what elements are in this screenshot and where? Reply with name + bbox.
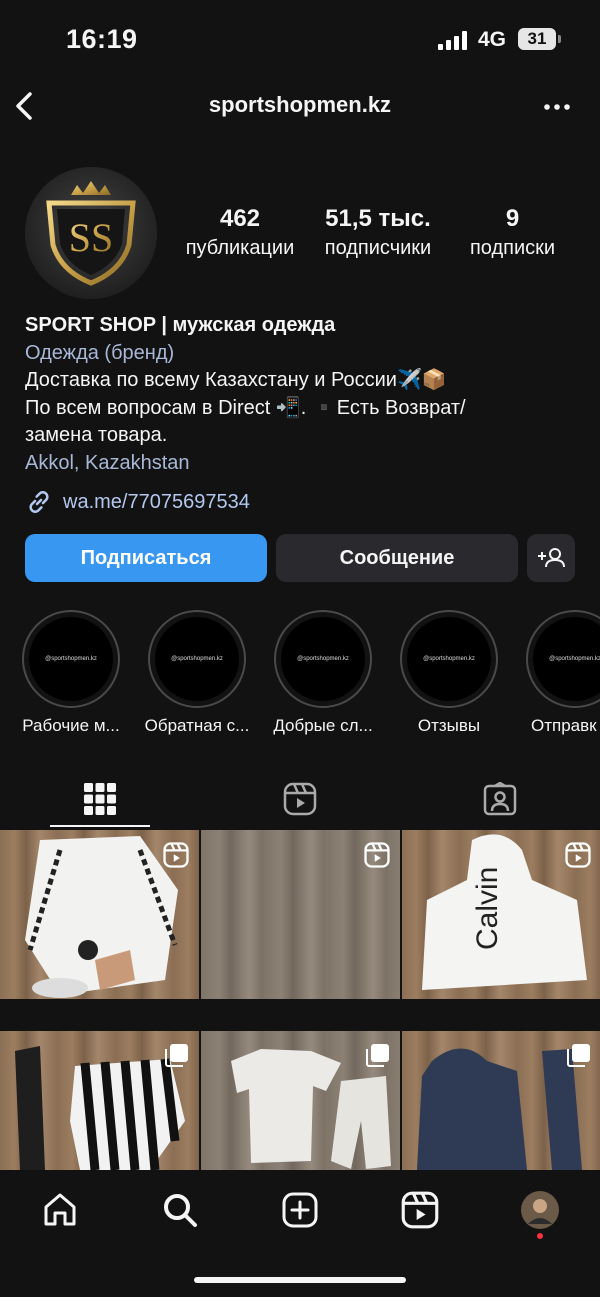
tab-tagged[interactable] bbox=[400, 770, 600, 828]
followers-label: подписчики bbox=[324, 237, 432, 259]
posts-grid: Calvin bbox=[0, 830, 600, 1170]
highlight-label: Отправк bbox=[531, 716, 597, 735]
stat-followers[interactable]: 51,5 тыс. подписчики bbox=[308, 205, 448, 260]
home-icon bbox=[44, 1193, 76, 1226]
grid-post[interactable] bbox=[402, 1031, 600, 1170]
status-bar: 16:19 4G 31 bbox=[0, 0, 600, 80]
profile-location[interactable]: Akkol, Kazakhstan bbox=[25, 450, 585, 478]
active-tab-indicator bbox=[50, 825, 150, 827]
grid-post[interactable] bbox=[201, 1031, 400, 1170]
carousel-badge-icon bbox=[366, 1044, 389, 1067]
highlight-ring: @sportshopmen.kz bbox=[526, 610, 600, 708]
battery-icon: 31 bbox=[518, 28, 561, 50]
profile-link-text[interactable]: wa.me/77075697534 bbox=[63, 491, 250, 514]
following-label: подписки bbox=[469, 237, 556, 259]
search-icon bbox=[164, 1194, 197, 1227]
avatar bbox=[521, 1191, 559, 1229]
highlight-cover: @sportshopmen.kz bbox=[155, 617, 239, 701]
grid-icon bbox=[84, 783, 116, 815]
profile-header: sportshopmen.kz bbox=[0, 80, 600, 136]
follow-button[interactable]: Подписаться bbox=[25, 534, 267, 582]
network-type: 4G bbox=[478, 28, 507, 51]
posts-label: публикации bbox=[185, 237, 295, 259]
highlight-item[interactable]: @sportshopmen.kz Отзывы bbox=[389, 610, 509, 736]
nav-home[interactable] bbox=[38, 1188, 82, 1232]
highlight-item[interactable]: @sportshopmen.kz Отправк bbox=[515, 610, 600, 736]
signal-icon bbox=[438, 30, 468, 50]
highlight-cover: @sportshopmen.kz bbox=[29, 617, 113, 701]
profile-tabs bbox=[0, 770, 600, 828]
tab-posts-grid[interactable] bbox=[0, 770, 200, 828]
posts-count: 462 bbox=[219, 205, 261, 232]
highlight-item[interactable]: @sportshopmen.kz Обратная с... bbox=[137, 610, 257, 736]
highlight-ring: @sportshopmen.kz bbox=[22, 610, 120, 708]
status-time: 16:19 bbox=[66, 24, 138, 54]
carousel-badge-icon bbox=[165, 1044, 188, 1067]
highlight-ring: @sportshopmen.kz bbox=[148, 610, 246, 708]
highlight-cover: @sportshopmen.kz bbox=[407, 617, 491, 701]
home-indicator bbox=[194, 1277, 406, 1283]
profile-link[interactable]: wa.me/77075697534 bbox=[25, 487, 250, 517]
tab-reels[interactable] bbox=[200, 770, 400, 828]
suggested-users-button[interactable] bbox=[527, 534, 575, 582]
nav-create[interactable] bbox=[278, 1188, 322, 1232]
bio-line: замена товара. bbox=[25, 424, 168, 446]
nav-search[interactable] bbox=[158, 1188, 202, 1232]
link-icon bbox=[29, 491, 49, 513]
highlight-ring: @sportshopmen.kz bbox=[400, 610, 498, 708]
message-button[interactable]: Сообщение bbox=[276, 534, 518, 582]
bio-line: По всем вопросам в Direct 📲. ▪️Есть Возв… bbox=[25, 396, 466, 419]
highlight-cover: @sportshopmen.kz bbox=[281, 617, 365, 701]
highlight-item[interactable]: @sportshopmen.kz Добрые сл... bbox=[263, 610, 383, 736]
grid-post[interactable] bbox=[0, 830, 199, 999]
plus-square-icon bbox=[282, 1192, 318, 1228]
add-user-icon bbox=[538, 548, 565, 568]
profile-bio: SPORT SHOP | мужская одежда Одежда (брен… bbox=[25, 312, 585, 477]
reel-badge-icon bbox=[565, 842, 591, 868]
page-title: sportshopmen.kz bbox=[208, 92, 392, 117]
reels-icon bbox=[401, 1191, 439, 1229]
reels-icon bbox=[283, 782, 317, 816]
nav-profile[interactable] bbox=[518, 1188, 562, 1232]
highlight-label: Отзывы bbox=[417, 716, 481, 735]
highlight-ring: @sportshopmen.kz bbox=[274, 610, 372, 708]
nav-reels[interactable] bbox=[398, 1188, 442, 1232]
svg-text:Calvin: Calvin bbox=[471, 867, 504, 950]
story-highlights: @sportshopmen.kz Рабочие м... @sportshop… bbox=[0, 610, 600, 740]
bio-line: Доставка по всему Казахстану и России✈️📦 bbox=[25, 369, 447, 391]
profile-name: SPORT SHOP | мужская одежда bbox=[25, 314, 336, 336]
grid-post[interactable] bbox=[0, 1031, 199, 1170]
highlight-cover: @sportshopmen.kz bbox=[533, 617, 600, 701]
reel-badge-icon bbox=[364, 842, 390, 868]
tagged-user-icon bbox=[483, 782, 517, 816]
profile-avatar[interactable]: SS bbox=[25, 167, 157, 299]
stat-posts[interactable]: 462 публикации bbox=[170, 205, 310, 260]
notification-dot bbox=[537, 1233, 543, 1239]
highlight-label: Добрые сл... bbox=[273, 716, 373, 735]
followers-count: 51,5 тыс. bbox=[325, 205, 431, 232]
carousel-badge-icon bbox=[567, 1044, 590, 1067]
profile-category[interactable]: Одежда (бренд) bbox=[25, 340, 585, 368]
ss-logo-icon: SS bbox=[25, 167, 157, 299]
following-count: 9 bbox=[505, 205, 520, 232]
reel-badge-icon bbox=[163, 842, 189, 868]
more-options-button[interactable] bbox=[542, 92, 572, 122]
grid-post[interactable]: Calvin bbox=[402, 830, 600, 999]
svg-text:SS: SS bbox=[69, 215, 114, 260]
stat-following[interactable]: 9 подписки bbox=[450, 205, 575, 260]
highlight-label: Обратная с... bbox=[144, 716, 250, 735]
highlight-item[interactable]: @sportshopmen.kz Рабочие м... bbox=[11, 610, 131, 736]
more-horizontal-icon bbox=[544, 104, 570, 110]
grid-post[interactable] bbox=[201, 830, 400, 999]
highlight-label: Рабочие м... bbox=[22, 716, 120, 735]
